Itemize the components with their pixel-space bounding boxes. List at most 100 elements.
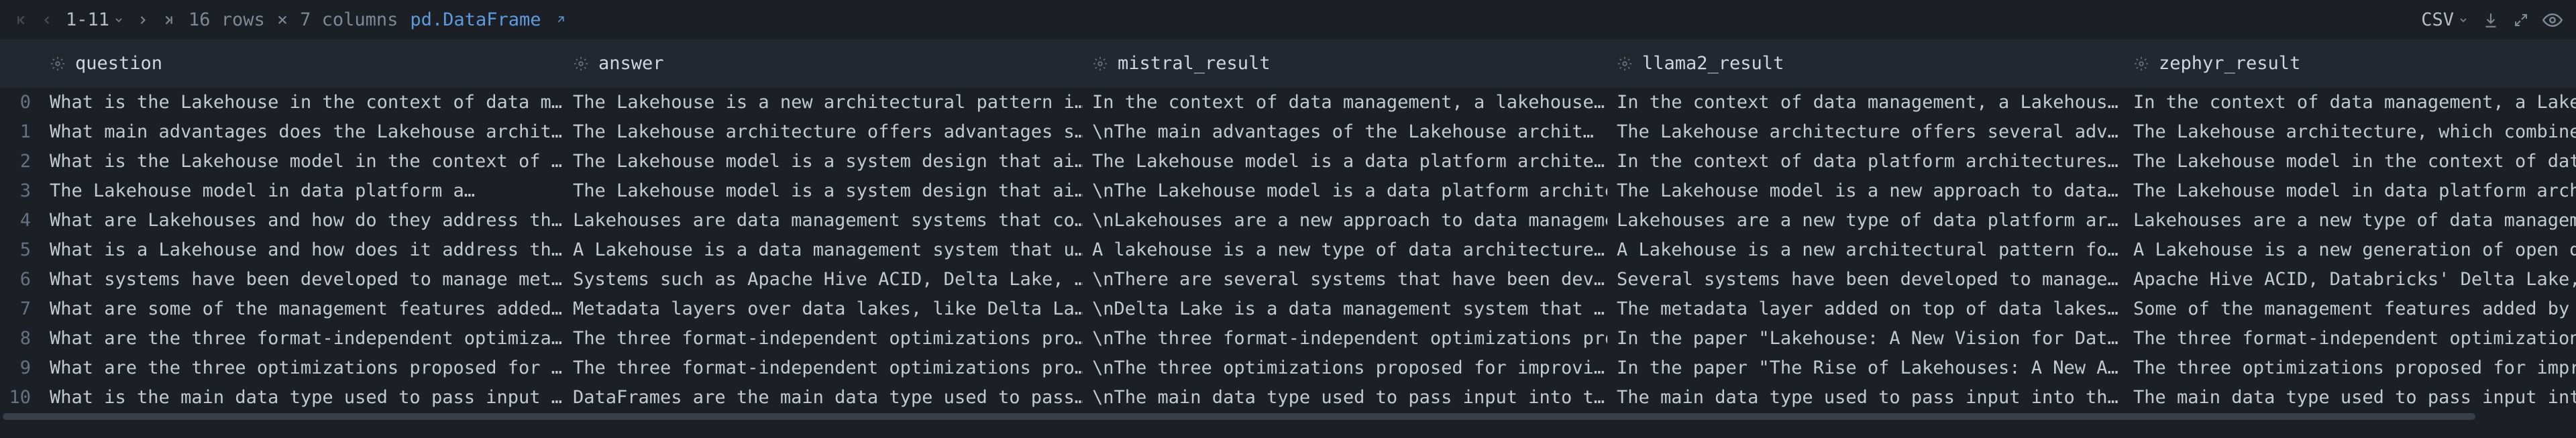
cell-mistral[interactable]: \nLakehouses are a new approach to data … [1083, 210, 1607, 231]
export-csv-label: CSV [2421, 9, 2454, 30]
row-range-select[interactable]: 1-11 [66, 9, 124, 30]
cell-zephyr[interactable]: Apache Hive ACID, Databricks' Delta Lake… [2124, 269, 2576, 290]
cell-mistral[interactable]: A lakehouse is a new type of data archit… [1083, 239, 1607, 260]
toolbar-right: CSV [2421, 9, 2563, 30]
row-index: 3 [0, 180, 40, 201]
cell-answer[interactable]: The three format-independent optimizatio… [564, 328, 1083, 349]
column-header-answer[interactable]: answer [564, 53, 1083, 74]
cell-answer[interactable]: The Lakehouse is a new architectural pat… [564, 92, 1083, 113]
cell-llama[interactable]: In the context of data platform architec… [1607, 151, 2124, 172]
cell-mistral[interactable]: \nThe main data type used to pass input … [1083, 387, 1607, 408]
table-row[interactable]: 10What is the main data type used to pas… [0, 382, 2576, 412]
cell-answer[interactable]: Systems such as Apache Hive ACID, Delta … [564, 269, 1083, 290]
table-row[interactable]: 3The Lakehouse model in data platform a…… [0, 176, 2576, 205]
column-header-zephyr[interactable]: zephyr_result [2124, 53, 2576, 74]
cell-question[interactable]: What are some of the management features… [40, 298, 564, 319]
settings-icon [1617, 56, 1633, 71]
external-link-icon [555, 13, 567, 29]
column-header-question[interactable]: question [40, 53, 564, 74]
cell-llama[interactable]: The Lakehouse architecture offers severa… [1607, 121, 2124, 142]
cell-llama[interactable]: The metadata layer added on top of data … [1607, 298, 2124, 319]
column-name: zephyr_result [2159, 53, 2300, 74]
cell-question[interactable]: What are the three optimizations propose… [40, 358, 564, 378]
table-row[interactable]: 7What are some of the management feature… [0, 294, 2576, 323]
cell-answer[interactable]: The Lakehouse model is a system design t… [564, 180, 1083, 201]
table-row[interactable]: 6What systems have been developed to man… [0, 264, 2576, 294]
cell-llama[interactable]: In the context of data management, a Lak… [1607, 92, 2124, 113]
cell-mistral[interactable]: \nDelta Lake is a data management system… [1083, 298, 1607, 319]
cell-llama[interactable]: A Lakehouse is a new architectural patte… [1607, 239, 2124, 260]
cell-answer[interactable]: Lakehouses are data management systems t… [564, 210, 1083, 231]
download-button[interactable] [2482, 11, 2500, 29]
table-body: 0What is the Lakehouse in the context of… [0, 87, 2576, 412]
dataframe-type-link[interactable]: pd.DataFrame [410, 9, 566, 30]
cell-answer[interactable]: DataFrames are the main data type used t… [564, 387, 1083, 408]
last-page-button[interactable] [162, 13, 176, 28]
cell-zephyr[interactable]: The Lakehouse model in data platform arc… [2124, 180, 2576, 201]
column-name: llama2_result [1642, 53, 1784, 74]
cell-answer[interactable]: The three format-independent optimizatio… [564, 358, 1083, 378]
cell-question[interactable]: What are the three format-independent op… [40, 328, 564, 349]
first-page-button[interactable] [13, 13, 28, 28]
horizontal-scrollbar[interactable] [0, 412, 2576, 421]
cell-zephyr[interactable]: Some of the management features added by… [2124, 298, 2576, 319]
table-row[interactable]: 9What are the three optimizations propos… [0, 353, 2576, 382]
cell-question[interactable]: What is the main data type used to pass … [40, 387, 564, 408]
settings-icon [2133, 56, 2149, 71]
cell-zephyr[interactable]: The three optimizations proposed for imp… [2124, 358, 2576, 378]
cell-mistral[interactable]: \nThe Lakehouse model is a data platform… [1083, 180, 1607, 201]
cell-llama[interactable]: Several systems have been developed to m… [1607, 269, 2124, 290]
cell-llama[interactable]: In the paper "Lakehouse: A New Vision fo… [1607, 328, 2124, 349]
row-range-label: 1-11 [66, 9, 109, 30]
table-row[interactable]: 4What are Lakehouses and how do they add… [0, 205, 2576, 235]
cell-question[interactable]: What are Lakehouses and how do they addr… [40, 210, 564, 231]
cell-mistral[interactable]: \nThe three optimizations proposed for i… [1083, 358, 1607, 378]
cell-zephyr[interactable]: Lakehouses are a new type of data manage… [2124, 210, 2576, 231]
cell-mistral[interactable]: In the context of data management, a lak… [1083, 92, 1607, 113]
expand-button[interactable] [2513, 12, 2529, 28]
table-row[interactable]: 1What main advantages does the Lakehouse… [0, 117, 2576, 146]
cell-question[interactable]: What systems have been developed to mana… [40, 269, 564, 290]
cell-zephyr[interactable]: In the context of data management, a Lak… [2124, 92, 2576, 113]
cell-zephyr[interactable]: The Lakehouse architecture, which combin… [2124, 121, 2576, 142]
cell-answer[interactable]: The Lakehouse model is a system design t… [564, 151, 1083, 172]
dimensions-sep: × [277, 9, 288, 30]
cell-zephyr[interactable]: The Lakehouse model in the context of da… [2124, 151, 2576, 172]
table-header-row: question answer mistral_result llama2_re… [0, 40, 2576, 87]
cell-mistral[interactable]: \nThere are several systems that have be… [1083, 269, 1607, 290]
cell-question[interactable]: What is the Lakehouse model in the conte… [40, 151, 564, 172]
row-index: 10 [0, 387, 40, 408]
table-row[interactable]: 2What is the Lakehouse model in the cont… [0, 146, 2576, 176]
cell-llama[interactable]: The main data type used to pass input in… [1607, 387, 2124, 408]
row-index: 1 [0, 121, 40, 142]
cell-question[interactable]: What main advantages does the Lakehouse … [40, 121, 564, 142]
column-header-mistral[interactable]: mistral_result [1083, 53, 1607, 74]
cell-llama[interactable]: The Lakehouse model is a new approach to… [1607, 180, 2124, 201]
export-csv-button[interactable]: CSV [2421, 9, 2469, 30]
visibility-button[interactable] [2542, 10, 2563, 30]
column-header-llama[interactable]: llama2_result [1607, 53, 2124, 74]
cell-llama[interactable]: In the paper "The Rise of Lakehouses: A … [1607, 358, 2124, 378]
cell-answer[interactable]: Metadata layers over data lakes, like De… [564, 298, 1083, 319]
cell-answer[interactable]: The Lakehouse architecture offers advant… [564, 121, 1083, 142]
cell-question[interactable]: What is the Lakehouse in the context of … [40, 92, 564, 113]
table-row[interactable]: 8What are the three format-independent o… [0, 323, 2576, 353]
settings-icon [1092, 56, 1108, 71]
table-row[interactable]: 0What is the Lakehouse in the context of… [0, 87, 2576, 117]
cell-mistral[interactable]: \nThe three format-independent optimizat… [1083, 328, 1607, 349]
scrollbar-thumb[interactable] [3, 413, 2475, 420]
cell-mistral[interactable]: The Lakehouse model is a data platform a… [1083, 151, 1607, 172]
cell-question[interactable]: The Lakehouse model in data platform a… [40, 180, 564, 201]
cell-mistral[interactable]: \nThe main advantages of the Lakehouse a… [1083, 121, 1607, 142]
cell-zephyr[interactable]: The main data type used to pass input in… [2124, 387, 2576, 408]
cell-zephyr[interactable]: The three format-independent optimizatio… [2124, 328, 2576, 349]
cell-answer[interactable]: A Lakehouse is a data management system … [564, 239, 1083, 260]
cell-llama[interactable]: Lakehouses are a new type of data platfo… [1607, 210, 2124, 231]
cell-zephyr[interactable]: A Lakehouse is a new generation of open … [2124, 239, 2576, 260]
prev-page-button[interactable] [40, 13, 54, 27]
row-index: 6 [0, 269, 40, 290]
cell-question[interactable]: What is a Lakehouse and how does it addr… [40, 239, 564, 260]
settings-icon [573, 56, 589, 71]
table-row[interactable]: 5What is a Lakehouse and how does it add… [0, 235, 2576, 264]
next-page-button[interactable] [136, 13, 150, 27]
